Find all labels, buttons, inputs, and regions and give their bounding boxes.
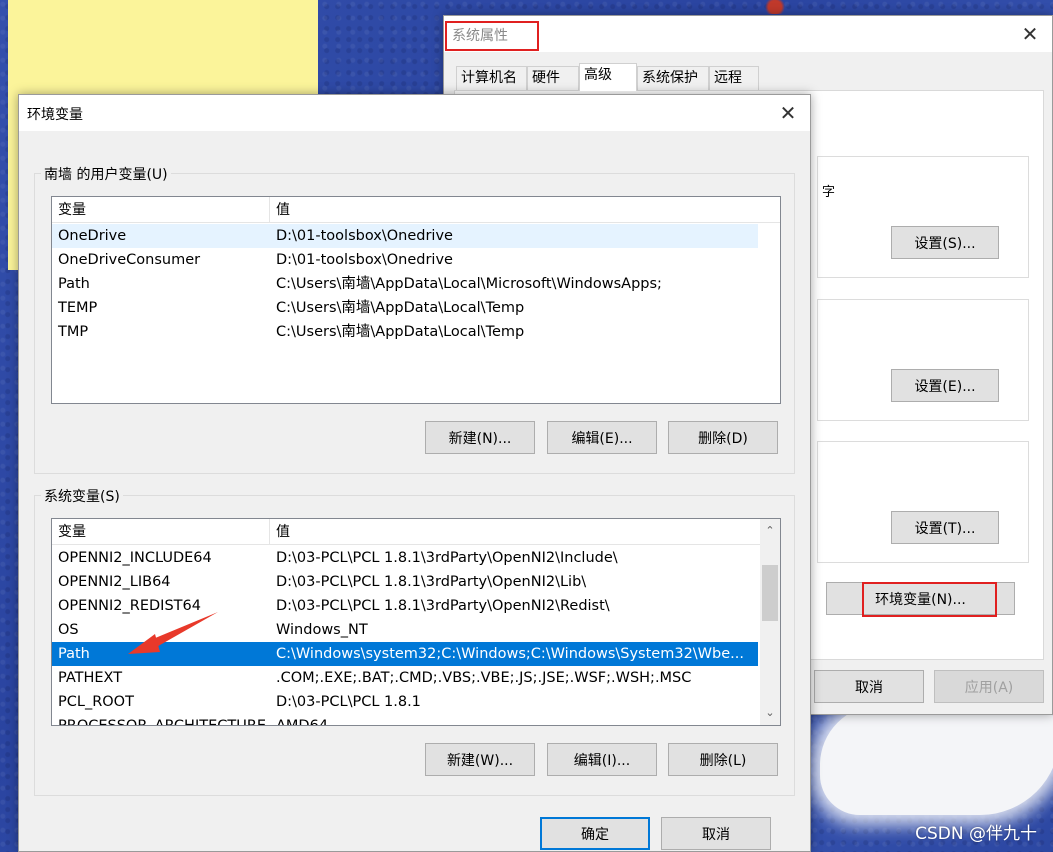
table-row[interactable]: PCL_ROOT D:\03-PCL\PCL 1.8.1: [52, 690, 758, 714]
column-header-variable[interactable]: 变量: [52, 519, 86, 545]
watermark: CSDN @伴九十: [915, 824, 1037, 844]
titlebar: 环境变量 ✕: [19, 95, 810, 131]
variable-name: PROCESSOR_ARCHITECTURE: [58, 718, 267, 726]
table-row[interactable]: Path C:\Users\南墙\AppData\Local\Microsoft…: [52, 272, 758, 296]
new-user-variable-button[interactable]: 新建(N)...: [425, 421, 535, 454]
table-row[interactable]: PATHEXT .COM;.EXE;.BAT;.CMD;.VBS;.VBE;.J…: [52, 666, 758, 690]
group-description: 字: [822, 185, 836, 200]
list-header: 变量 值: [52, 197, 780, 223]
variable-name: OPENNI2_LIB64: [58, 574, 171, 590]
variable-name: PATHEXT: [58, 670, 123, 686]
variable-value: D:\03-PCL\PCL 1.8.1\3rdParty\OpenNI2\Red…: [276, 598, 610, 614]
environment-variables-window: 环境变量 ✕ 南墙 的用户变量(U) 变量 值 OneDrive D:\01-t…: [18, 94, 811, 852]
env-button-highlight-box: [862, 582, 997, 617]
variable-name: PCL_ROOT: [58, 694, 134, 710]
user-variables-list[interactable]: 变量 值 OneDrive D:\01-toolsbox\Onedrive On…: [51, 196, 781, 404]
table-row-selected[interactable]: Path C:\Windows\system32;C:\Windows;C:\W…: [52, 642, 758, 666]
ok-button[interactable]: 确定: [540, 817, 650, 850]
variable-name: Path: [58, 646, 90, 662]
system-variables-group: 系统变量(S) 变量 值 OPENNI2_INCLUDE64 D:\03-PCL…: [34, 486, 795, 796]
scrollbar-thumb[interactable]: [762, 565, 778, 621]
vertical-scrollbar[interactable]: ⌃ ⌄: [760, 519, 780, 725]
user-variables-label: 南墙 的用户变量(U): [41, 164, 171, 184]
column-header-value[interactable]: 值: [270, 519, 290, 545]
user-profiles-settings-button[interactable]: 设置(E)...: [891, 369, 999, 402]
variable-value: Windows_NT: [276, 622, 368, 638]
environment-variables-button[interactable]: 环境变量(N)...: [826, 582, 1015, 617]
column-header-value[interactable]: 值: [270, 197, 290, 223]
user-variables-group: 南墙 的用户变量(U) 变量 值 OneDrive D:\01-toolsbox…: [34, 164, 795, 474]
table-row[interactable]: TMP C:\Users\南墙\AppData\Local\Temp: [52, 320, 758, 344]
variable-value: D:\03-PCL\PCL 1.8.1\3rdParty\OpenNI2\Inc…: [276, 550, 618, 566]
scroll-down-arrow-icon[interactable]: ⌄: [760, 703, 780, 723]
variable-value: D:\01-toolsbox\Onedrive: [276, 228, 453, 244]
scroll-up-arrow-icon[interactable]: ⌃: [760, 521, 780, 541]
table-row[interactable]: OPENNI2_LIB64 D:\03-PCL\PCL 1.8.1\3rdPar…: [52, 570, 758, 594]
variable-value: C:\Windows\system32;C:\Windows;C:\Window…: [276, 646, 744, 662]
variable-value: C:\Users\南墙\AppData\Local\Temp: [276, 324, 525, 340]
cancel-button[interactable]: 取消: [661, 817, 771, 850]
tab-system-protection[interactable]: 系统保护: [637, 66, 709, 90]
desktop-decoration: [760, 0, 790, 14]
desktop-decoration: [820, 705, 1053, 815]
table-row[interactable]: OneDriveConsumer D:\01-toolsbox\Onedrive: [52, 248, 758, 272]
variable-name: OPENNI2_REDIST64: [58, 598, 201, 614]
list-header: 变量 值: [52, 519, 760, 545]
table-row[interactable]: OPENNI2_INCLUDE64 D:\03-PCL\PCL 1.8.1\3r…: [52, 546, 758, 570]
variable-name: OPENNI2_INCLUDE64: [58, 550, 212, 566]
close-icon: ✕: [779, 101, 797, 125]
delete-user-variable-button[interactable]: 删除(D): [668, 421, 778, 454]
variable-value: .COM;.EXE;.BAT;.CMD;.VBS;.VBE;.JS;.JSE;.…: [276, 670, 692, 686]
titlebar: 系统属性 ✕: [444, 16, 1052, 52]
edit-user-variable-button[interactable]: 编辑(E)...: [547, 421, 657, 454]
close-button[interactable]: ✕: [1008, 16, 1052, 52]
startup-recovery-group: [817, 441, 1029, 563]
variable-value: D:\03-PCL\PCL 1.8.1\3rdParty\OpenNI2\Lib…: [276, 574, 587, 590]
variable-value: D:\03-PCL\PCL 1.8.1: [276, 694, 421, 710]
tab-hardware[interactable]: 硬件: [527, 66, 579, 90]
edit-system-variable-button[interactable]: 编辑(I)...: [547, 743, 657, 776]
variable-value: D:\01-toolsbox\Onedrive: [276, 252, 453, 268]
variable-name: OneDrive: [58, 228, 127, 244]
window-title: 系统属性: [452, 28, 508, 44]
table-row[interactable]: OS Windows_NT: [52, 618, 758, 642]
performance-group: 字: [817, 156, 1029, 278]
cancel-button[interactable]: 取消: [814, 670, 924, 703]
variable-value: C:\Users\南墙\AppData\Local\Microsoft\Wind…: [276, 276, 662, 292]
tab-computer-name[interactable]: 计算机名: [456, 66, 527, 90]
performance-settings-button[interactable]: 设置(S)...: [891, 226, 999, 259]
column-header-variable[interactable]: 变量: [52, 197, 86, 223]
new-system-variable-button[interactable]: 新建(W)...: [425, 743, 535, 776]
tab-advanced[interactable]: 高级: [579, 63, 637, 91]
variable-value: AMD64: [276, 718, 329, 726]
window-title: 环境变量: [27, 107, 83, 123]
variable-name: OS: [58, 622, 79, 638]
close-button[interactable]: ✕: [766, 95, 810, 131]
variable-name: TEMP: [58, 300, 98, 316]
variable-name: TMP: [58, 324, 89, 340]
startup-recovery-settings-button[interactable]: 设置(T)...: [891, 511, 999, 544]
variable-name: OneDriveConsumer: [58, 252, 201, 268]
variable-value: C:\Users\南墙\AppData\Local\Temp: [276, 300, 525, 316]
apply-button[interactable]: 应用(A): [934, 670, 1044, 703]
table-row[interactable]: OPENNI2_REDIST64 D:\03-PCL\PCL 1.8.1\3rd…: [52, 594, 758, 618]
variable-name: Path: [58, 276, 90, 292]
table-row[interactable]: OneDrive D:\01-toolsbox\Onedrive: [52, 224, 758, 248]
system-variables-list[interactable]: 变量 值 OPENNI2_INCLUDE64 D:\03-PCL\PCL 1.8…: [51, 518, 781, 726]
system-variables-label: 系统变量(S): [41, 486, 123, 506]
delete-system-variable-button[interactable]: 删除(L): [668, 743, 778, 776]
close-icon: ✕: [1021, 22, 1039, 46]
user-profiles-group: [817, 299, 1029, 421]
table-row[interactable]: PROCESSOR_ARCHITECTURE AMD64: [52, 714, 758, 726]
table-row[interactable]: TEMP C:\Users\南墙\AppData\Local\Temp: [52, 296, 758, 320]
tab-remote[interactable]: 远程: [709, 66, 759, 90]
